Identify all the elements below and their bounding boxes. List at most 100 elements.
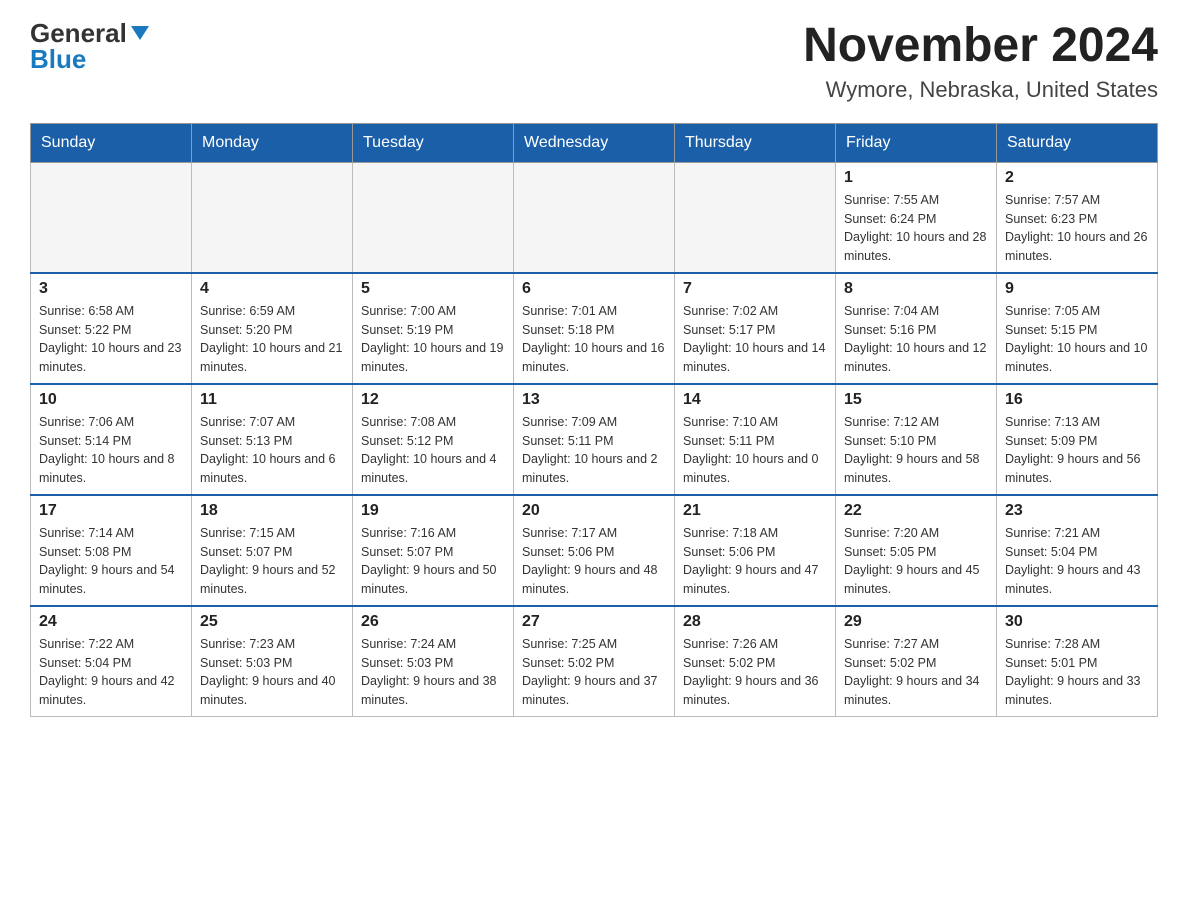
page-header: General Blue November 2024 Wymore, Nebra…	[30, 20, 1158, 103]
day-info: Sunrise: 6:59 AMSunset: 5:20 PMDaylight:…	[200, 302, 344, 377]
title-area: November 2024 Wymore, Nebraska, United S…	[803, 20, 1158, 103]
logo: General Blue	[30, 20, 149, 73]
day-info: Sunrise: 7:13 AMSunset: 5:09 PMDaylight:…	[1005, 413, 1149, 488]
day-info: Sunrise: 7:28 AMSunset: 5:01 PMDaylight:…	[1005, 635, 1149, 710]
weekday-header-wednesday: Wednesday	[514, 123, 675, 162]
day-number: 13	[522, 391, 666, 409]
day-info: Sunrise: 7:10 AMSunset: 5:11 PMDaylight:…	[683, 413, 827, 488]
calendar-header: SundayMondayTuesdayWednesdayThursdayFrid…	[31, 123, 1158, 162]
day-info: Sunrise: 7:26 AMSunset: 5:02 PMDaylight:…	[683, 635, 827, 710]
calendar-cell: 11 Sunrise: 7:07 AMSunset: 5:13 PMDayligh…	[192, 384, 353, 495]
calendar-cell: 30 Sunrise: 7:28 AMSunset: 5:01 PMDayligh…	[997, 606, 1158, 717]
day-info: Sunrise: 7:20 AMSunset: 5:05 PMDaylight:…	[844, 524, 988, 599]
calendar-cell: 20 Sunrise: 7:17 AMSunset: 5:06 PMDayligh…	[514, 495, 675, 606]
calendar-cell: 23 Sunrise: 7:21 AMSunset: 5:04 PMDayligh…	[997, 495, 1158, 606]
calendar-cell: 28 Sunrise: 7:26 AMSunset: 5:02 PMDayligh…	[675, 606, 836, 717]
day-info: Sunrise: 7:04 AMSunset: 5:16 PMDaylight:…	[844, 302, 988, 377]
calendar-cell	[514, 162, 675, 273]
weekday-header-row: SundayMondayTuesdayWednesdayThursdayFrid…	[31, 123, 1158, 162]
day-number: 3	[39, 280, 183, 298]
calendar-cell: 13 Sunrise: 7:09 AMSunset: 5:11 PMDayligh…	[514, 384, 675, 495]
calendar-body: 1Sunrise: 7:55 AMSunset: 6:24 PMDaylight…	[31, 162, 1158, 716]
day-number: 24	[39, 613, 183, 631]
day-info: Sunrise: 7:24 AMSunset: 5:03 PMDaylight:…	[361, 635, 505, 710]
day-info: Sunrise: 7:25 AMSunset: 5:02 PMDaylight:…	[522, 635, 666, 710]
day-number: 30	[1005, 613, 1149, 631]
day-number: 25	[200, 613, 344, 631]
month-title: November 2024	[803, 20, 1158, 73]
calendar-cell: 4 Sunrise: 6:59 AMSunset: 5:20 PMDaylight…	[192, 273, 353, 384]
calendar-cell: 10Sunrise: 7:06 AMSunset: 5:14 PMDayligh…	[31, 384, 192, 495]
calendar-cell: 17Sunrise: 7:14 AMSunset: 5:08 PMDayligh…	[31, 495, 192, 606]
calendar-table: SundayMondayTuesdayWednesdayThursdayFrid…	[30, 123, 1158, 717]
day-info: Sunrise: 7:12 AMSunset: 5:10 PMDaylight:…	[844, 413, 988, 488]
calendar-week-row: 3 Sunrise: 6:58 AMSunset: 5:22 PMDaylight…	[31, 273, 1158, 384]
day-number: 6	[522, 280, 666, 298]
calendar-cell: 16 Sunrise: 7:13 AMSunset: 5:09 PMDayligh…	[997, 384, 1158, 495]
day-info: Sunrise: 7:23 AMSunset: 5:03 PMDaylight:…	[200, 635, 344, 710]
day-info: Sunrise: 7:15 AMSunset: 5:07 PMDaylight:…	[200, 524, 344, 599]
day-number: 9	[1005, 280, 1149, 298]
weekday-header-monday: Monday	[192, 123, 353, 162]
calendar-cell: 29 Sunrise: 7:27 AMSunset: 5:02 PMDayligh…	[836, 606, 997, 717]
day-number: 23	[1005, 502, 1149, 520]
day-number: 2	[1005, 169, 1149, 187]
calendar-cell: 3 Sunrise: 6:58 AMSunset: 5:22 PMDaylight…	[31, 273, 192, 384]
day-info: Sunrise: 7:57 AMSunset: 6:23 PMDaylight:…	[1005, 191, 1149, 266]
calendar-cell: 26 Sunrise: 7:24 AMSunset: 5:03 PMDayligh…	[353, 606, 514, 717]
day-number: 26	[361, 613, 505, 631]
day-number: 4	[200, 280, 344, 298]
calendar-cell: 2 Sunrise: 7:57 AMSunset: 6:23 PMDaylight…	[997, 162, 1158, 273]
calendar-cell	[31, 162, 192, 273]
day-info: Sunrise: 7:08 AMSunset: 5:12 PMDaylight:…	[361, 413, 505, 488]
day-number: 14	[683, 391, 827, 409]
day-info: Sunrise: 7:01 AMSunset: 5:18 PMDaylight:…	[522, 302, 666, 377]
day-info: Sunrise: 7:27 AMSunset: 5:02 PMDaylight:…	[844, 635, 988, 710]
day-number: 19	[361, 502, 505, 520]
calendar-week-row: 17Sunrise: 7:14 AMSunset: 5:08 PMDayligh…	[31, 495, 1158, 606]
calendar-week-row: 24 Sunrise: 7:22 AMSunset: 5:04 PMDayligh…	[31, 606, 1158, 717]
calendar-cell	[675, 162, 836, 273]
day-info: Sunrise: 7:17 AMSunset: 5:06 PMDaylight:…	[522, 524, 666, 599]
calendar-cell: 18 Sunrise: 7:15 AMSunset: 5:07 PMDayligh…	[192, 495, 353, 606]
day-number: 20	[522, 502, 666, 520]
day-number: 8	[844, 280, 988, 298]
calendar-cell: 21Sunrise: 7:18 AMSunset: 5:06 PMDayligh…	[675, 495, 836, 606]
weekday-header-thursday: Thursday	[675, 123, 836, 162]
logo-general-text: General	[30, 20, 127, 46]
calendar-week-row: 1Sunrise: 7:55 AMSunset: 6:24 PMDaylight…	[31, 162, 1158, 273]
calendar-cell: 1Sunrise: 7:55 AMSunset: 6:24 PMDaylight…	[836, 162, 997, 273]
day-info: Sunrise: 6:58 AMSunset: 5:22 PMDaylight:…	[39, 302, 183, 377]
day-number: 28	[683, 613, 827, 631]
day-info: Sunrise: 7:22 AMSunset: 5:04 PMDaylight:…	[39, 635, 183, 710]
calendar-cell: 12 Sunrise: 7:08 AMSunset: 5:12 PMDayligh…	[353, 384, 514, 495]
calendar-cell: 14 Sunrise: 7:10 AMSunset: 5:11 PMDayligh…	[675, 384, 836, 495]
day-number: 11	[200, 391, 344, 409]
day-info: Sunrise: 7:06 AMSunset: 5:14 PMDaylight:…	[39, 413, 183, 488]
calendar-cell: 27Sunrise: 7:25 AMSunset: 5:02 PMDayligh…	[514, 606, 675, 717]
day-number: 29	[844, 613, 988, 631]
calendar-week-row: 10Sunrise: 7:06 AMSunset: 5:14 PMDayligh…	[31, 384, 1158, 495]
location-title: Wymore, Nebraska, United States	[803, 77, 1158, 103]
calendar-cell: 5Sunrise: 7:00 AMSunset: 5:19 PMDaylight…	[353, 273, 514, 384]
day-number: 18	[200, 502, 344, 520]
calendar-cell: 7Sunrise: 7:02 AMSunset: 5:17 PMDaylight…	[675, 273, 836, 384]
day-number: 16	[1005, 391, 1149, 409]
day-number: 15	[844, 391, 988, 409]
calendar-cell: 25 Sunrise: 7:23 AMSunset: 5:03 PMDayligh…	[192, 606, 353, 717]
day-number: 1	[844, 169, 988, 187]
day-number: 12	[361, 391, 505, 409]
day-info: Sunrise: 7:09 AMSunset: 5:11 PMDaylight:…	[522, 413, 666, 488]
weekday-header-saturday: Saturday	[997, 123, 1158, 162]
logo-triangle-icon	[131, 26, 149, 40]
calendar-cell: 24 Sunrise: 7:22 AMSunset: 5:04 PMDayligh…	[31, 606, 192, 717]
day-info: Sunrise: 7:07 AMSunset: 5:13 PMDaylight:…	[200, 413, 344, 488]
day-info: Sunrise: 7:21 AMSunset: 5:04 PMDaylight:…	[1005, 524, 1149, 599]
calendar-cell: 9Sunrise: 7:05 AMSunset: 5:15 PMDaylight…	[997, 273, 1158, 384]
calendar-cell	[353, 162, 514, 273]
day-number: 17	[39, 502, 183, 520]
calendar-cell: 19 Sunrise: 7:16 AMSunset: 5:07 PMDayligh…	[353, 495, 514, 606]
logo-blue-text: Blue	[30, 44, 86, 74]
day-info: Sunrise: 7:16 AMSunset: 5:07 PMDaylight:…	[361, 524, 505, 599]
calendar-cell: 8 Sunrise: 7:04 AMSunset: 5:16 PMDaylight…	[836, 273, 997, 384]
